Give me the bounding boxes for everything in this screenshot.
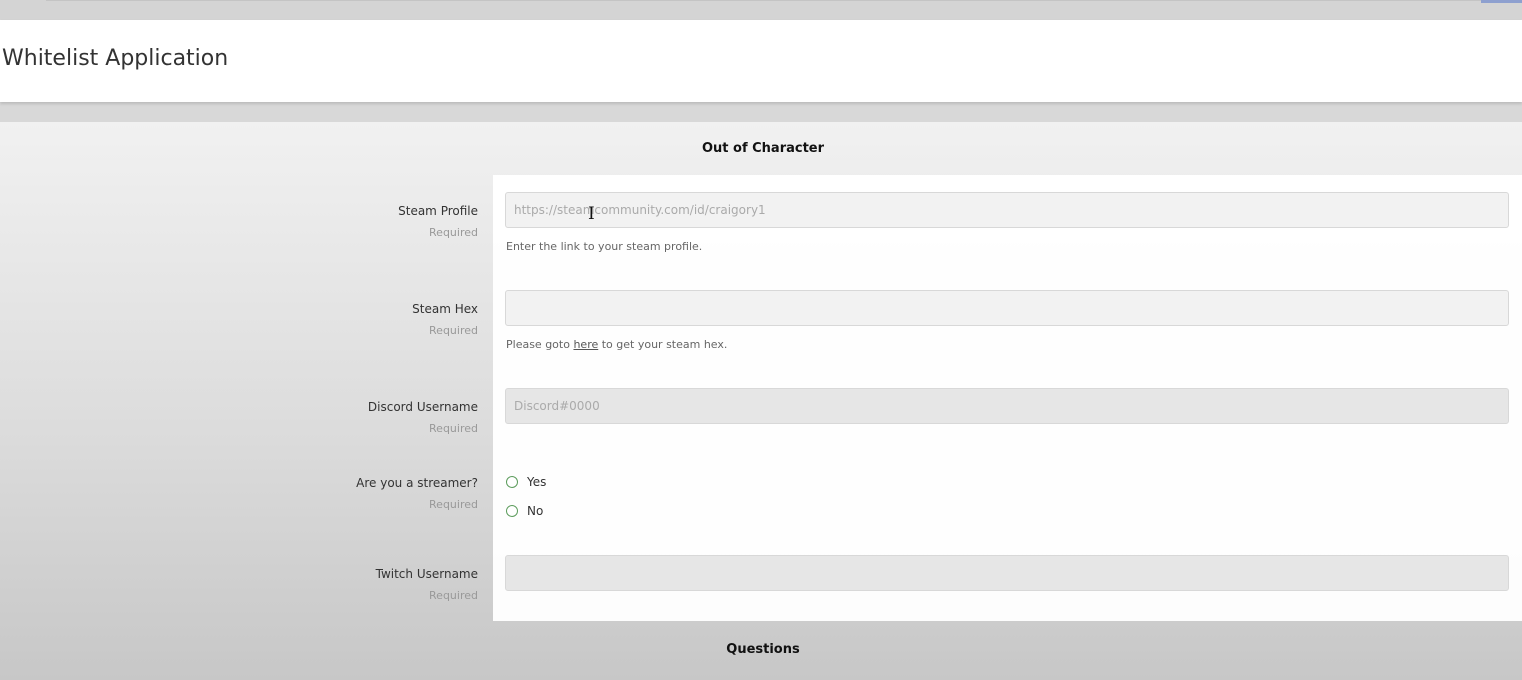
discord-username-input[interactable] (505, 388, 1509, 424)
steam-hex-help-suffix: to get your steam hex. (598, 338, 728, 351)
steam-hex-help-prefix: Please goto (506, 338, 574, 351)
page-title: Whitelist Application (2, 46, 229, 71)
page-header: Whitelist Application (0, 20, 1522, 102)
top-strip-accent (1481, 0, 1522, 3)
steam-profile-label: Steam Profile (398, 204, 478, 218)
browser-top-strip (0, 0, 1522, 20)
section-title-out-of-character: Out of Character (701, 141, 825, 156)
radio-button-yes[interactable] (506, 476, 518, 488)
text-cursor-icon: I (588, 204, 595, 224)
steam-profile-required: Required (429, 226, 478, 239)
steam-profile-input[interactable] (505, 192, 1509, 228)
steam-hex-required: Required (429, 324, 478, 337)
radio-button-no[interactable] (506, 505, 518, 517)
streamer-option-yes[interactable]: Yes (506, 475, 546, 489)
steam-hex-help-link[interactable]: here (573, 338, 598, 351)
twitch-username-required: Required (429, 589, 478, 602)
streamer-option-yes-label: Yes (527, 475, 547, 489)
twitch-username-input[interactable] (505, 555, 1509, 591)
form-content: Out of Character Steam Profile Required … (0, 122, 1522, 680)
streamer-option-no[interactable]: No (506, 504, 543, 518)
discord-username-required: Required (429, 422, 478, 435)
section-title-questions: Questions (726, 642, 800, 657)
streamer-required: Required (429, 498, 478, 511)
steam-profile-help: Enter the link to your steam profile. (506, 240, 703, 253)
steam-hex-input[interactable] (505, 290, 1509, 326)
steam-hex-label: Steam Hex (412, 302, 478, 316)
discord-username-label: Discord Username (367, 400, 478, 414)
steam-hex-help: Please goto here to get your steam hex. (506, 338, 727, 351)
twitch-username-label: Twitch Username (375, 567, 478, 581)
streamer-option-no-label: No (527, 504, 544, 518)
top-strip-divider (46, 0, 1522, 1)
streamer-label: Are you a streamer? (356, 476, 478, 490)
